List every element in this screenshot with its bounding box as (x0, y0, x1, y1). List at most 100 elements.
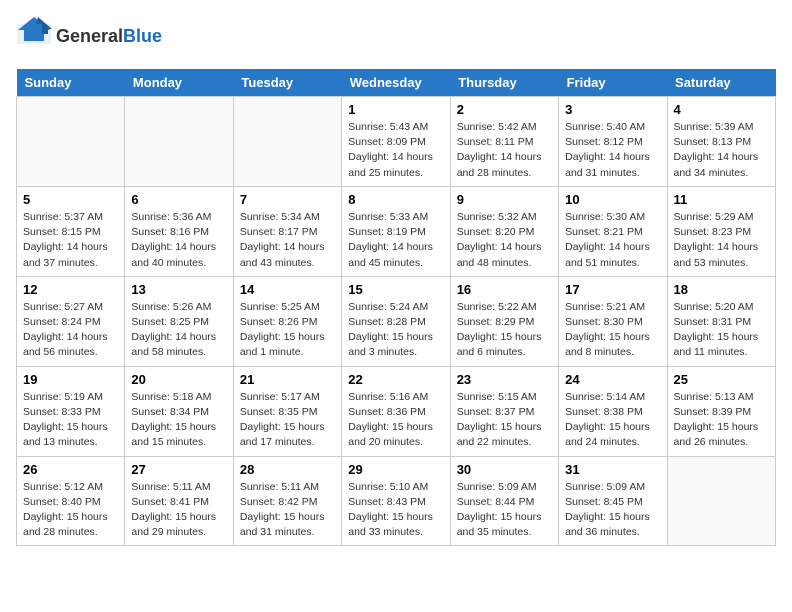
calendar-day-cell: 6 Sunrise: 5:36 AM Sunset: 8:16 PM Daylig… (125, 186, 233, 276)
day-of-week-friday: Friday (559, 69, 667, 97)
day-of-week-tuesday: Tuesday (233, 69, 341, 97)
day-of-week-monday: Monday (125, 69, 233, 97)
day-info: Sunrise: 5:37 AM Sunset: 8:15 PM Dayligh… (23, 210, 118, 271)
calendar-day-cell: 21 Sunrise: 5:17 AM Sunset: 8:35 PM Dayli… (233, 366, 341, 456)
calendar-week-row: 1 Sunrise: 5:43 AM Sunset: 8:09 PM Daylig… (17, 97, 776, 187)
day-number: 29 (348, 462, 443, 477)
day-info: Sunrise: 5:17 AM Sunset: 8:35 PM Dayligh… (240, 390, 335, 451)
calendar-day-cell: 2 Sunrise: 5:42 AM Sunset: 8:11 PM Daylig… (450, 97, 558, 187)
day-number: 21 (240, 372, 335, 387)
day-number: 8 (348, 192, 443, 207)
calendar-day-cell: 1 Sunrise: 5:43 AM Sunset: 8:09 PM Daylig… (342, 97, 450, 187)
day-info: Sunrise: 5:10 AM Sunset: 8:43 PM Dayligh… (348, 480, 443, 541)
day-info: Sunrise: 5:36 AM Sunset: 8:16 PM Dayligh… (131, 210, 226, 271)
day-info: Sunrise: 5:14 AM Sunset: 8:38 PM Dayligh… (565, 390, 660, 451)
day-number: 24 (565, 372, 660, 387)
calendar-day-cell: 3 Sunrise: 5:40 AM Sunset: 8:12 PM Daylig… (559, 97, 667, 187)
day-number: 7 (240, 192, 335, 207)
day-info: Sunrise: 5:27 AM Sunset: 8:24 PM Dayligh… (23, 300, 118, 361)
calendar-week-row: 12 Sunrise: 5:27 AM Sunset: 8:24 PM Dayli… (17, 276, 776, 366)
day-info: Sunrise: 5:15 AM Sunset: 8:37 PM Dayligh… (457, 390, 552, 451)
day-info: Sunrise: 5:18 AM Sunset: 8:34 PM Dayligh… (131, 390, 226, 451)
calendar-day-cell: 30Sunrise: 5:09 AM Sunset: 8:44 PM Dayli… (450, 456, 558, 546)
calendar-day-cell: 11 Sunrise: 5:29 AM Sunset: 8:23 PM Dayli… (667, 186, 775, 276)
calendar-day-cell: 26 Sunrise: 5:12 AM Sunset: 8:40 PM Dayli… (17, 456, 125, 546)
day-of-week-thursday: Thursday (450, 69, 558, 97)
calendar-day-cell: 5 Sunrise: 5:37 AM Sunset: 8:15 PM Daylig… (17, 186, 125, 276)
day-info: Sunrise: 5:12 AM Sunset: 8:40 PM Dayligh… (23, 480, 118, 541)
calendar-day-cell: 7 Sunrise: 5:34 AM Sunset: 8:17 PM Daylig… (233, 186, 341, 276)
day-number: 27 (131, 462, 226, 477)
calendar-day-cell (233, 97, 341, 187)
calendar-day-cell: 23Sunrise: 5:15 AM Sunset: 8:37 PM Dayli… (450, 366, 558, 456)
day-number: 5 (23, 192, 118, 207)
day-info: Sunrise: 5:09 AM Sunset: 8:45 PM Dayligh… (565, 480, 660, 541)
logo-text-container: GeneralBlue (56, 26, 162, 47)
day-number: 11 (674, 192, 769, 207)
day-number: 28 (240, 462, 335, 477)
day-info: Sunrise: 5:40 AM Sunset: 8:12 PM Dayligh… (565, 120, 660, 181)
day-number: 22 (348, 372, 443, 387)
day-info: Sunrise: 5:42 AM Sunset: 8:11 PM Dayligh… (457, 120, 552, 181)
calendar-day-cell: 27 Sunrise: 5:11 AM Sunset: 8:41 PM Dayli… (125, 456, 233, 546)
day-info: Sunrise: 5:32 AM Sunset: 8:20 PM Dayligh… (457, 210, 552, 271)
calendar-day-cell: 24 Sunrise: 5:14 AM Sunset: 8:38 PM Dayli… (559, 366, 667, 456)
day-number: 10 (565, 192, 660, 207)
logo-general: General (56, 26, 123, 46)
day-number: 14 (240, 282, 335, 297)
day-number: 3 (565, 102, 660, 117)
page-header: GeneralBlue (16, 16, 776, 57)
day-info: Sunrise: 5:19 AM Sunset: 8:33 PM Dayligh… (23, 390, 118, 451)
day-number: 4 (674, 102, 769, 117)
logo-blue: Blue (123, 26, 162, 46)
day-number: 17 (565, 282, 660, 297)
day-of-week-wednesday: Wednesday (342, 69, 450, 97)
day-number: 1 (348, 102, 443, 117)
calendar-day-cell: 15 Sunrise: 5:24 AM Sunset: 8:28 PM Dayli… (342, 276, 450, 366)
calendar-day-cell: 12 Sunrise: 5:27 AM Sunset: 8:24 PM Dayli… (17, 276, 125, 366)
day-number: 15 (348, 282, 443, 297)
logo: GeneralBlue (16, 16, 162, 57)
day-of-week-sunday: Sunday (17, 69, 125, 97)
day-number: 25 (674, 372, 769, 387)
day-number: 16 (457, 282, 552, 297)
day-number: 31 (565, 462, 660, 477)
day-info: Sunrise: 5:33 AM Sunset: 8:19 PM Dayligh… (348, 210, 443, 271)
day-info: Sunrise: 5:22 AM Sunset: 8:29 PM Dayligh… (457, 300, 552, 361)
calendar-day-cell: 29 Sunrise: 5:10 AM Sunset: 8:43 PM Dayli… (342, 456, 450, 546)
day-number: 9 (457, 192, 552, 207)
calendar-day-cell (125, 97, 233, 187)
day-number: 26 (23, 462, 118, 477)
calendar-day-cell: 31 Sunrise: 5:09 AM Sunset: 8:45 PM Dayli… (559, 456, 667, 546)
calendar-day-cell: 20 Sunrise: 5:18 AM Sunset: 8:34 PM Dayli… (125, 366, 233, 456)
calendar-day-cell: 9 Sunrise: 5:32 AM Sunset: 8:20 PM Daylig… (450, 186, 558, 276)
day-info: Sunrise: 5:29 AM Sunset: 8:23 PM Dayligh… (674, 210, 769, 271)
day-info: Sunrise: 5:26 AM Sunset: 8:25 PM Dayligh… (131, 300, 226, 361)
day-info: Sunrise: 5:13 AM Sunset: 8:39 PM Dayligh… (674, 390, 769, 451)
calendar-week-row: 5 Sunrise: 5:37 AM Sunset: 8:15 PM Daylig… (17, 186, 776, 276)
day-number: 12 (23, 282, 118, 297)
calendar-day-cell (17, 97, 125, 187)
day-number: 20 (131, 372, 226, 387)
day-number: 2 (457, 102, 552, 117)
calendar-table: SundayMondayTuesdayWednesdayThursdayFrid… (16, 69, 776, 546)
calendar-day-cell (667, 456, 775, 546)
calendar-week-row: 19 Sunrise: 5:19 AM Sunset: 8:33 PM Dayli… (17, 366, 776, 456)
day-info: Sunrise: 5:11 AM Sunset: 8:42 PM Dayligh… (240, 480, 335, 541)
calendar-day-cell: 14Sunrise: 5:25 AM Sunset: 8:26 PM Dayli… (233, 276, 341, 366)
calendar-day-cell: 22Sunrise: 5:16 AM Sunset: 8:36 PM Dayli… (342, 366, 450, 456)
day-info: Sunrise: 5:30 AM Sunset: 8:21 PM Dayligh… (565, 210, 660, 271)
calendar-day-cell: 8 Sunrise: 5:33 AM Sunset: 8:19 PM Daylig… (342, 186, 450, 276)
day-info: Sunrise: 5:11 AM Sunset: 8:41 PM Dayligh… (131, 480, 226, 541)
day-number: 19 (23, 372, 118, 387)
day-number: 18 (674, 282, 769, 297)
calendar-day-cell: 18Sunrise: 5:20 AM Sunset: 8:31 PM Dayli… (667, 276, 775, 366)
day-info: Sunrise: 5:43 AM Sunset: 8:09 PM Dayligh… (348, 120, 443, 181)
day-info: Sunrise: 5:34 AM Sunset: 8:17 PM Dayligh… (240, 210, 335, 271)
calendar-day-cell: 19 Sunrise: 5:19 AM Sunset: 8:33 PM Dayli… (17, 366, 125, 456)
day-number: 6 (131, 192, 226, 207)
calendar-header-row: SundayMondayTuesdayWednesdayThursdayFrid… (17, 69, 776, 97)
calendar-day-cell: 28 Sunrise: 5:11 AM Sunset: 8:42 PM Dayli… (233, 456, 341, 546)
logo-svg (16, 16, 52, 52)
day-info: Sunrise: 5:24 AM Sunset: 8:28 PM Dayligh… (348, 300, 443, 361)
